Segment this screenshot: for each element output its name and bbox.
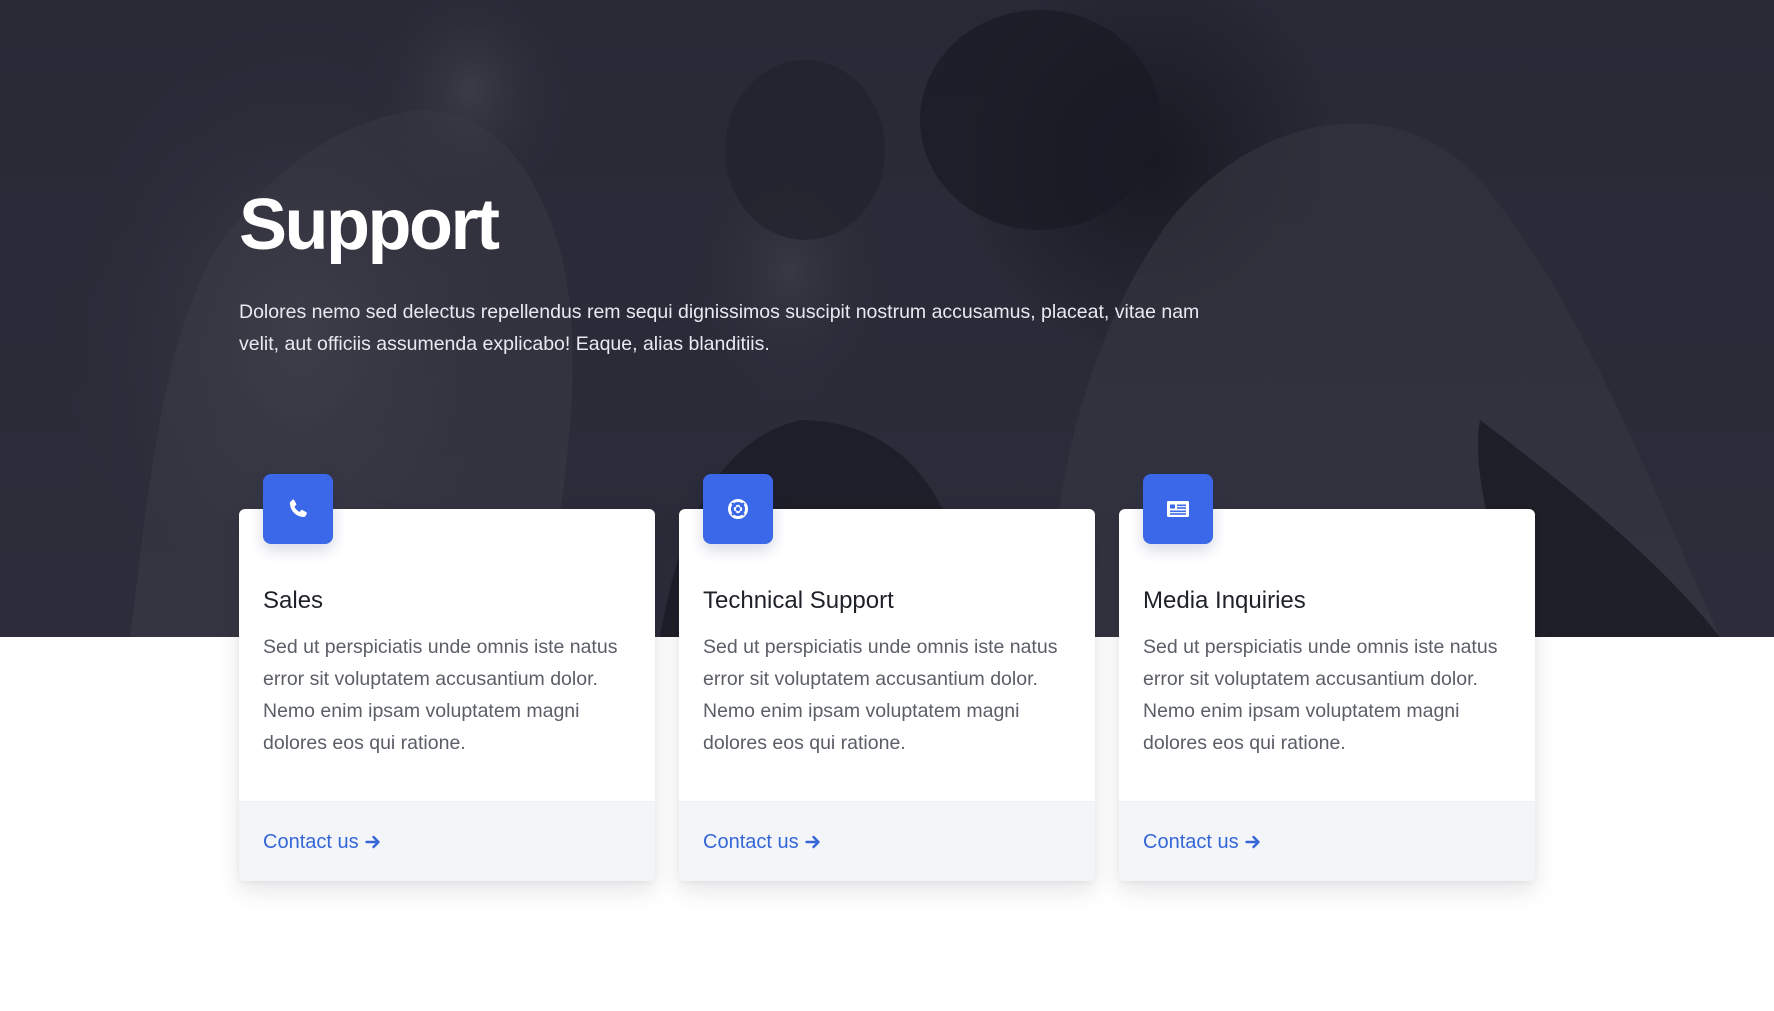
contact-cards: Sales Sed ut perspiciatis unde omnis ist…: [239, 474, 1535, 881]
card-body: Media Inquiries Sed ut perspiciatis unde…: [1143, 585, 1513, 759]
card-footer: Contact us: [1119, 801, 1535, 881]
hero-content: Support Dolores nemo sed delectus repell…: [239, 180, 1219, 360]
card-footer: Contact us: [679, 801, 1095, 881]
support-page: Support Dolores nemo sed delectus repell…: [0, 0, 1774, 1011]
card-body: Technical Support Sed ut perspiciatis un…: [703, 585, 1073, 759]
arrow-right-icon: [804, 835, 820, 849]
card-footer: Contact us: [239, 801, 655, 881]
card-description: Sed ut perspiciatis unde omnis iste natu…: [263, 636, 618, 754]
arrow-right-icon: [364, 835, 380, 849]
phone-icon: [263, 474, 333, 544]
arrow-right-icon: [1244, 835, 1260, 849]
card-description: Sed ut perspiciatis unde omnis iste natu…: [1143, 636, 1498, 754]
contact-us-label: Contact us: [703, 831, 799, 853]
life-ring-icon: [703, 474, 773, 544]
card-technical-support: Technical Support Sed ut perspiciatis un…: [679, 474, 1095, 881]
contact-us-link[interactable]: Contact us: [1143, 826, 1261, 858]
contact-us-label: Contact us: [263, 831, 359, 853]
card-description: Sed ut perspiciatis unde omnis iste natu…: [703, 636, 1058, 754]
contact-us-label: Contact us: [1143, 831, 1239, 853]
card-body: Sales Sed ut perspiciatis unde omnis ist…: [263, 585, 633, 759]
card-title: Media Inquiries: [1143, 587, 1306, 614]
card-sales: Sales Sed ut perspiciatis unde omnis ist…: [239, 474, 655, 881]
card-media-inquiries: Media Inquiries Sed ut perspiciatis unde…: [1119, 474, 1535, 881]
card-title: Technical Support: [703, 587, 894, 614]
card-title: Sales: [263, 587, 324, 614]
hero-description: Dolores nemo sed delectus repellendus re…: [239, 301, 1200, 355]
contact-us-link[interactable]: Contact us: [263, 826, 381, 858]
contact-us-link[interactable]: Contact us: [703, 826, 821, 858]
page-title: Support: [239, 185, 500, 265]
newspaper-icon: [1143, 474, 1213, 544]
